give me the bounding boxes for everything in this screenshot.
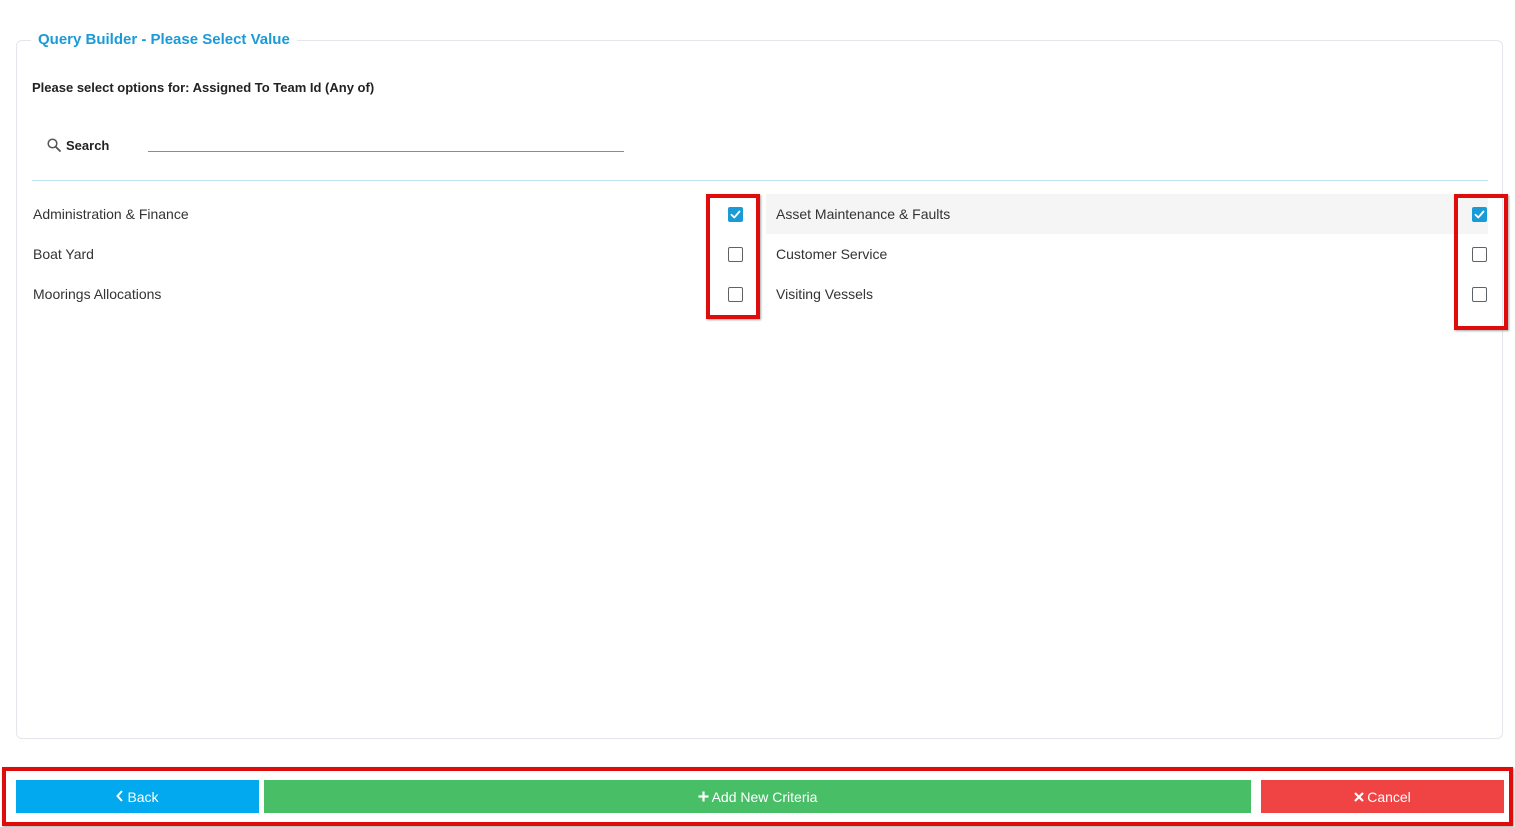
option-checkbox[interactable]	[1472, 286, 1487, 302]
panel-title: Query Builder - Please Select Value	[31, 30, 297, 50]
search-label-group: Search	[46, 135, 109, 155]
add-new-criteria-label: Add New Criteria	[711, 788, 818, 805]
option-label: Boat Yard	[33, 246, 94, 262]
plus-icon	[698, 789, 709, 805]
back-button-label: Back	[127, 788, 159, 805]
option-row-asset-maintenance-faults[interactable]: Asset Maintenance & Faults	[766, 194, 1488, 234]
divider	[32, 180, 1488, 181]
option-checkbox[interactable]	[728, 286, 743, 302]
option-row-customer-service[interactable]: Customer Service	[766, 234, 1488, 274]
search-input[interactable]	[148, 132, 624, 152]
option-row-moorings-allocations[interactable]: Moorings Allocations	[33, 274, 745, 314]
close-icon	[1354, 789, 1364, 805]
option-checkbox[interactable]	[1472, 206, 1487, 222]
option-row-administration-finance[interactable]: Administration & Finance	[33, 194, 745, 234]
cancel-button-label: Cancel	[1367, 788, 1411, 805]
option-checkbox[interactable]	[1472, 246, 1487, 262]
search-icon	[46, 137, 62, 153]
option-label: Visiting Vessels	[776, 286, 874, 302]
add-new-criteria-button[interactable]: Add New Criteria	[264, 780, 1251, 813]
check-icon	[730, 210, 741, 218]
option-label: Asset Maintenance & Faults	[776, 206, 951, 222]
option-label: Administration & Finance	[33, 206, 189, 222]
select-prompt: Please select options for: Assigned To T…	[32, 80, 375, 95]
option-row-visiting-vessels[interactable]: Visiting Vessels	[766, 274, 1488, 314]
cancel-button[interactable]: Cancel	[1261, 780, 1504, 813]
search-label: Search	[66, 137, 110, 153]
option-checkbox[interactable]	[728, 246, 743, 262]
option-checkbox[interactable]	[728, 206, 743, 222]
back-button[interactable]: Back	[16, 780, 259, 813]
check-icon	[1474, 210, 1485, 218]
footer-button-bar: Back Add New Criteria Cancel	[16, 780, 1504, 813]
option-label: Moorings Allocations	[33, 286, 162, 302]
option-row-boat-yard[interactable]: Boat Yard	[33, 234, 745, 274]
option-label: Customer Service	[776, 246, 888, 262]
query-builder-panel: Query Builder - Please Select Value Plea…	[16, 30, 1503, 739]
chevron-left-icon	[116, 789, 124, 805]
